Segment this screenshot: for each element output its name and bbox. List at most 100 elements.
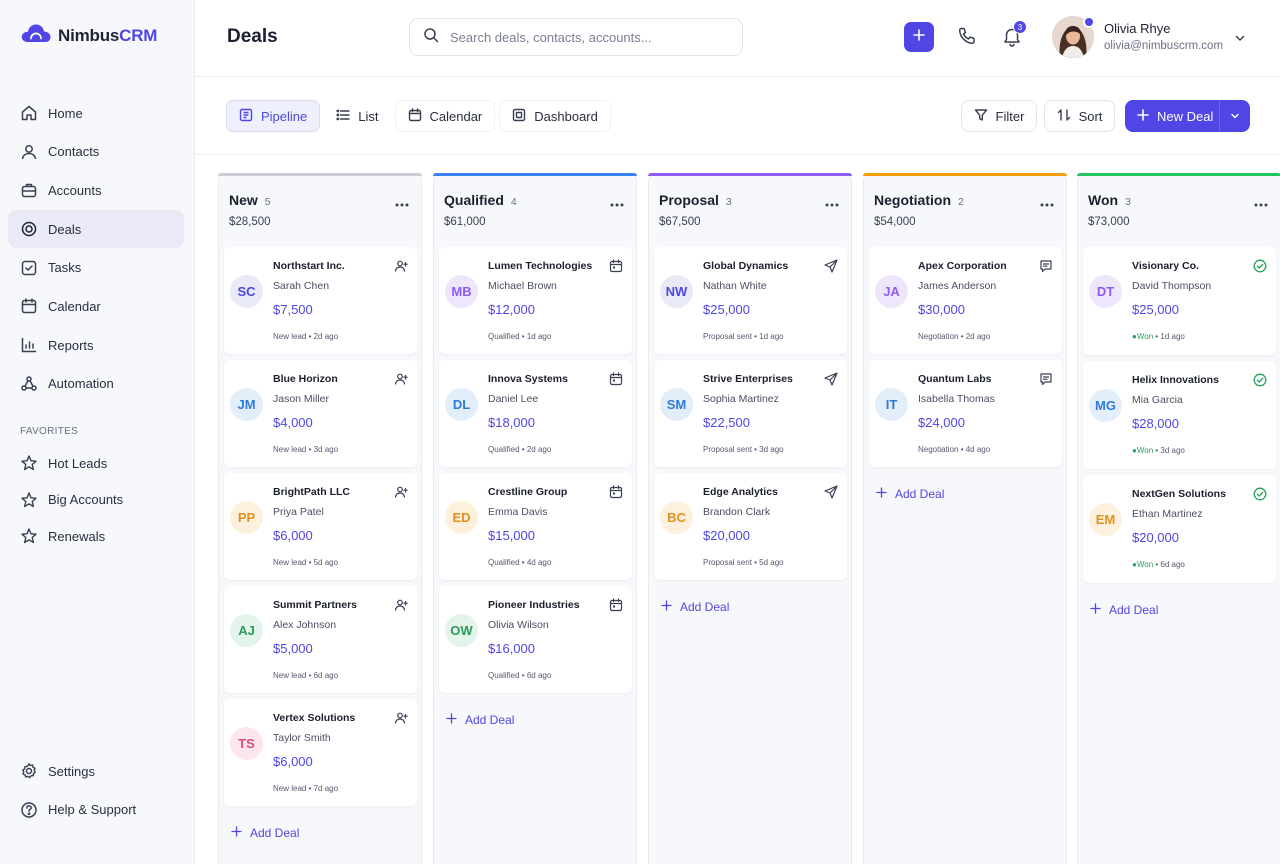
- plus-icon: [1090, 603, 1101, 617]
- deal-card[interactable]: BC Edge Analytics Brandon Clark $20,000 …: [654, 473, 847, 580]
- check-circle-icon[interactable]: [1253, 373, 1267, 392]
- nav-item-settings[interactable]: Settings: [8, 752, 184, 790]
- user-avatar[interactable]: [1052, 16, 1095, 58]
- nav-item-home[interactable]: Home: [8, 94, 184, 132]
- contact-avatar: TS: [230, 727, 263, 760]
- nav-item-help[interactable]: Help & Support: [8, 791, 184, 829]
- deal-meta: New lead • 6d ago: [273, 671, 339, 680]
- nav-item-calendar[interactable]: Calendar: [8, 287, 184, 325]
- column-menu-button[interactable]: [1254, 194, 1268, 212]
- add-deal-button[interactable]: Add Deal: [446, 713, 514, 727]
- deal-card[interactable]: JM Blue Horizon Jason Miller $4,000 New …: [224, 360, 417, 467]
- user-plus-icon[interactable]: [394, 485, 408, 504]
- user-plus-icon[interactable]: [394, 711, 408, 730]
- dashboard-icon: [512, 108, 526, 125]
- favorite-label: Hot Leads: [48, 455, 108, 471]
- favorite-hot-leads[interactable]: Hot Leads: [8, 445, 184, 482]
- phone-button[interactable]: [957, 26, 977, 48]
- view-tabs: Pipeline List Calendar Dashboard: [226, 100, 611, 132]
- deal-card[interactable]: AJ Summit Partners Alex Johnson $5,000 N…: [224, 586, 417, 693]
- user-plus-icon[interactable]: [394, 372, 408, 391]
- message-icon[interactable]: [1039, 259, 1053, 278]
- sort-button[interactable]: Sort: [1044, 100, 1115, 132]
- brand-logo[interactable]: NimbusCRM: [20, 22, 157, 49]
- deal-card[interactable]: DT Visionary Co. David Thompson $25,000 …: [1083, 247, 1276, 355]
- quick-add-button[interactable]: [904, 22, 934, 52]
- deal-amount: $18,000: [488, 415, 535, 430]
- send-icon[interactable]: [824, 372, 838, 391]
- calendar-icon[interactable]: [609, 485, 623, 504]
- search-box[interactable]: [409, 18, 743, 56]
- new-deal-button[interactable]: New Deal: [1125, 100, 1250, 132]
- user-plus-icon[interactable]: [394, 259, 408, 278]
- tab-pipeline[interactable]: Pipeline: [226, 100, 321, 132]
- target-icon: [20, 220, 38, 238]
- favorite-big-accounts[interactable]: Big Accounts: [8, 482, 184, 519]
- filter-button[interactable]: Filter: [961, 100, 1037, 132]
- deal-card[interactable]: SM Strive Enterprises Sophia Martinez $2…: [654, 360, 847, 467]
- deal-card[interactable]: ED Crestline Group Emma Davis $15,000 Qu…: [439, 473, 632, 580]
- new-deal-main[interactable]: New Deal: [1125, 100, 1220, 132]
- column-menu-button[interactable]: [395, 194, 409, 212]
- filter-icon: [974, 108, 988, 125]
- check-circle-icon[interactable]: [1253, 487, 1267, 506]
- deal-card[interactable]: MG Helix Innovations Mia Garcia $28,000 …: [1083, 361, 1276, 469]
- nav-item-deals[interactable]: Deals: [8, 210, 184, 249]
- user-icon: [20, 143, 38, 161]
- tab-list[interactable]: List: [324, 100, 390, 132]
- calendar-icon[interactable]: [609, 598, 623, 617]
- user-menu-button[interactable]: [1234, 31, 1246, 49]
- check-circle-icon[interactable]: [1253, 259, 1267, 278]
- send-icon[interactable]: [824, 485, 838, 504]
- column-menu-button[interactable]: [1040, 194, 1054, 212]
- message-icon[interactable]: [1039, 372, 1053, 391]
- deal-card[interactable]: MB Lumen Technologies Michael Brown $12,…: [439, 247, 632, 354]
- tab-dashboard[interactable]: Dashboard: [499, 100, 611, 132]
- deal-company: Innova Systems: [488, 373, 568, 385]
- add-deal-button[interactable]: Add Deal: [661, 600, 729, 614]
- send-icon[interactable]: [824, 259, 838, 278]
- add-deal-button[interactable]: Add Deal: [231, 826, 299, 840]
- nav-item-tasks[interactable]: Tasks: [8, 249, 184, 287]
- column-total: $61,000: [444, 216, 486, 228]
- bell-icon: [1001, 28, 1023, 53]
- add-deal-button[interactable]: Add Deal: [1090, 603, 1158, 617]
- calendar-icon[interactable]: [609, 259, 623, 278]
- deal-contact: Taylor Smith: [273, 732, 331, 744]
- deal-company: Summit Partners: [273, 599, 358, 611]
- deal-card[interactable]: NW Global Dynamics Nathan White $25,000 …: [654, 247, 847, 354]
- contact-avatar: DT: [1089, 275, 1122, 308]
- deal-card[interactable]: OW Pioneer Industries Olivia Wilson $16,…: [439, 586, 632, 693]
- deal-card[interactable]: SC Northstart Inc. Sarah Chen $7,500 New…: [224, 247, 417, 354]
- deal-card[interactable]: EM NextGen Solutions Ethan Martinez $20,…: [1083, 475, 1276, 583]
- deal-card[interactable]: PP BrightPath LLC Priya Patel $6,000 New…: [224, 473, 417, 580]
- deal-company: Edge Analytics: [703, 486, 778, 498]
- deal-card[interactable]: DL Innova Systems Daniel Lee $18,000 Qua…: [439, 360, 632, 467]
- deal-amount: $28,000: [1132, 416, 1179, 431]
- nav-item-automation[interactable]: Automation: [8, 365, 184, 403]
- nav-item-reports[interactable]: Reports: [8, 326, 184, 364]
- user-plus-icon[interactable]: [394, 598, 408, 617]
- nav-item-label: Automation: [48, 376, 114, 392]
- deal-card[interactable]: TS Vertex Solutions Taylor Smith $6,000 …: [224, 699, 417, 806]
- calendar-icon[interactable]: [609, 372, 623, 391]
- deal-company: Northstart Inc.: [273, 260, 345, 272]
- deal-card[interactable]: IT Quantum Labs Isabella Thomas $24,000 …: [869, 360, 1062, 467]
- gear-icon: [20, 762, 38, 780]
- new-deal-dropdown[interactable]: [1220, 109, 1250, 124]
- deal-amount: $12,000: [488, 302, 535, 317]
- column-menu-button[interactable]: [610, 194, 624, 212]
- favorite-renewals[interactable]: Renewals: [8, 518, 184, 555]
- tab-calendar[interactable]: Calendar: [394, 100, 496, 132]
- deal-amount: $22,500: [703, 415, 750, 430]
- deal-card[interactable]: JA Apex Corporation James Anderson $30,0…: [869, 247, 1062, 354]
- search-input[interactable]: [450, 29, 730, 45]
- plus-icon: [231, 826, 242, 840]
- nav-item-accounts[interactable]: Accounts: [8, 171, 184, 209]
- column-negotiation: Negotiation 2 $54,000 JA Apex Corporation…: [863, 173, 1067, 864]
- nav-item-contacts[interactable]: Contacts: [8, 133, 184, 171]
- calendar-icon: [408, 107, 422, 125]
- deal-amount: $24,000: [918, 415, 965, 430]
- column-menu-button[interactable]: [825, 194, 839, 212]
- add-deal-button[interactable]: Add Deal: [876, 487, 944, 501]
